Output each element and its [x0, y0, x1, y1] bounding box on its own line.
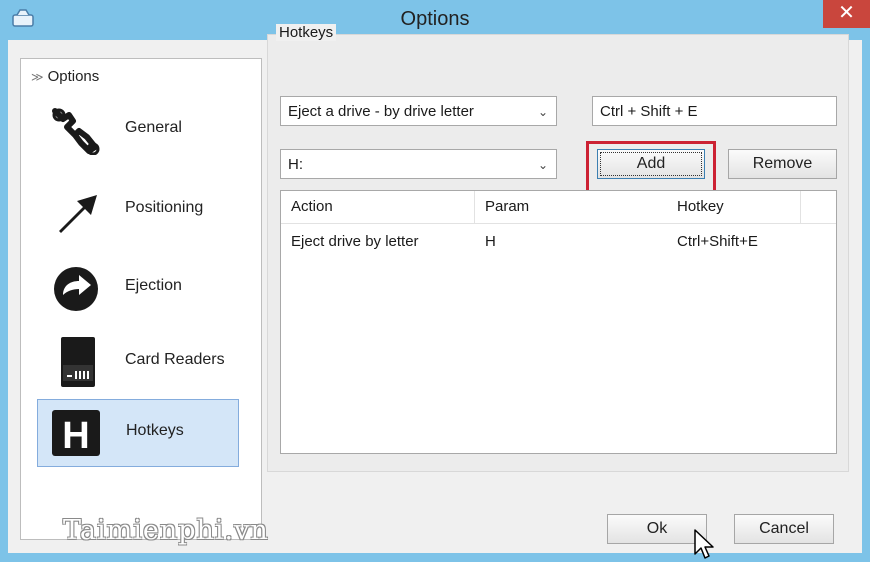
eject-arrow-icon [54, 267, 98, 311]
close-button[interactable]: ✕ [823, 0, 870, 28]
hotkeys-group-label: Hotkeys [276, 24, 337, 41]
hotkeys-table[interactable]: Action Param Hotkey Eject drive by lette… [280, 190, 837, 454]
options-sidebar: ≫ Options General Positioning Ejection C… [20, 58, 262, 540]
hotkey-h-icon: H [52, 410, 100, 457]
svg-text:H: H [62, 415, 89, 457]
table-cell-hotkey: Ctrl+Shift+E [677, 233, 758, 250]
arrow-icon [59, 195, 97, 233]
sd-card-icon [61, 337, 95, 387]
action-select[interactable]: Eject a drive - by drive letter ⌄ [280, 96, 557, 126]
cancel-button[interactable]: Cancel [734, 514, 834, 544]
column-header-action[interactable]: Action [281, 191, 475, 223]
watermark: Taimienphi.vn [63, 515, 269, 546]
sidebar-item-label: Ejection [125, 277, 182, 294]
close-icon: ✕ [838, 2, 855, 24]
param-select-value: H: [288, 156, 303, 173]
collapse-icon: ≫ [31, 70, 44, 84]
mouse-cursor-icon [694, 529, 714, 559]
chevron-down-icon: ⌄ [537, 158, 548, 172]
sidebar-item-ejection[interactable]: Ejection [33, 255, 237, 321]
param-select[interactable]: H: ⌄ [280, 149, 557, 179]
table-cell-action: Eject drive by letter [291, 233, 419, 250]
options-window: Options ✕ ≫ Options General Positioning … [0, 0, 870, 561]
wrench-icon [52, 108, 100, 155]
sidebar-item-label: Card Readers [125, 351, 225, 368]
table-header: Action Param Hotkey [281, 191, 836, 224]
action-select-value: Eject a drive - by drive letter [288, 103, 474, 120]
window-title: Options [400, 8, 470, 30]
table-cell-param: H [485, 233, 496, 250]
sidebar-item-label: General [125, 119, 182, 136]
sidebar-item-label: Positioning [125, 199, 204, 216]
remove-button[interactable]: Remove [728, 149, 837, 179]
hotkey-input[interactable]: Ctrl + Shift + E [592, 96, 837, 126]
sidebar-item-card-readers[interactable]: Card Readers [33, 329, 237, 395]
sidebar-header-label: Options [47, 68, 100, 85]
sidebar-item-hotkeys[interactable]: H Hotkeys [37, 399, 239, 467]
sidebar-item-positioning[interactable]: Positioning [33, 177, 237, 243]
chevron-down-icon: ⌄ [537, 105, 548, 119]
sidebar-header[interactable]: ≫ Options [31, 68, 99, 85]
sidebar-item-label: Hotkeys [126, 422, 184, 439]
column-header-param[interactable]: Param [475, 191, 665, 223]
sidebar-item-general[interactable]: General [33, 97, 237, 163]
add-button[interactable]: Add [597, 149, 705, 179]
column-header-hotkey[interactable]: Hotkey [665, 191, 801, 223]
